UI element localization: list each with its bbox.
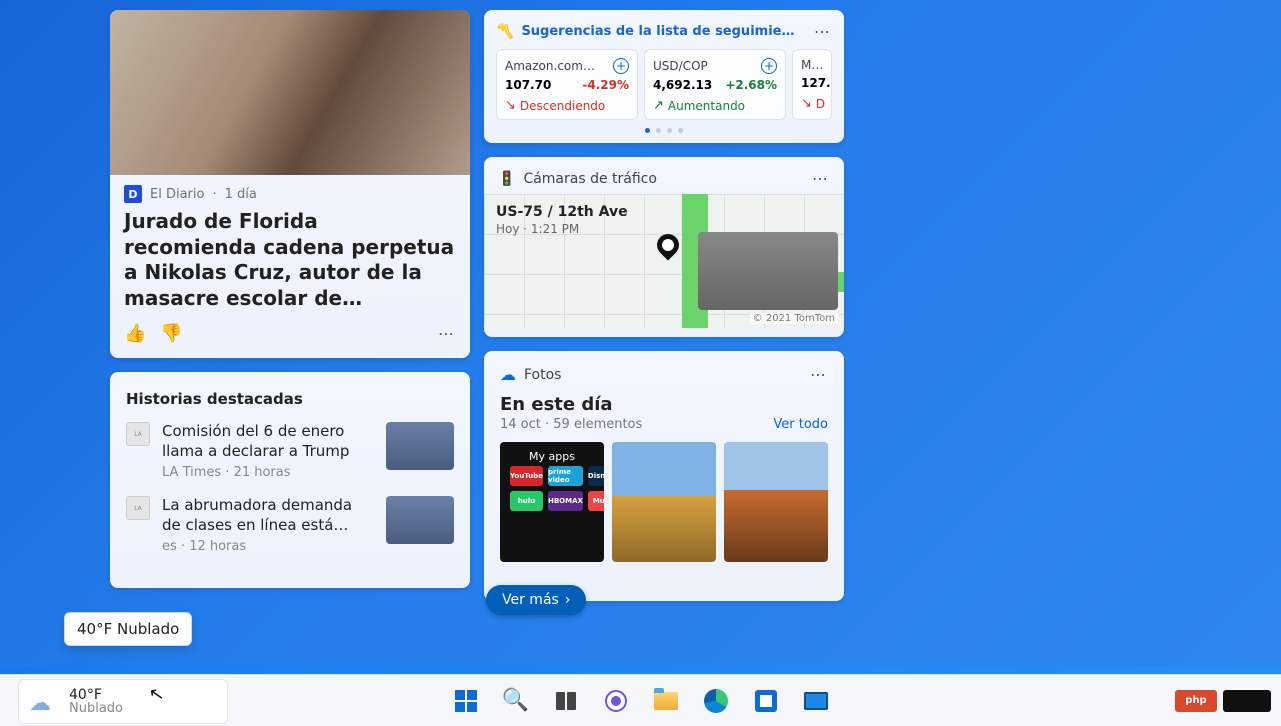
start-button[interactable] [444,679,488,723]
search-icon: 🔍 [502,688,529,713]
task-view-button[interactable] [544,679,588,723]
map-attribution: © 2021 TomTom [750,313,838,324]
app-tile: HBOMAX [548,491,583,511]
traffic-title: Cámaras de tráfico [523,171,804,187]
weather-widget-button[interactable]: ☁ 40°F Nublado ↖ [18,679,228,724]
monitor-icon [804,692,828,710]
story-meta: es · 12 horas [162,539,374,554]
app-tile: Disney+ [588,466,604,486]
story-item[interactable]: LA Comisión del 6 de enero llama a decla… [126,422,454,480]
photos-subtitle: En este día [500,394,828,415]
weather-tooltip: 40°F Nublado [64,612,192,646]
news-card[interactable]: D El Diario · 1 día Jurado de Florida re… [110,10,470,358]
pager[interactable] [496,120,832,135]
taskbar-center: 🔍 [444,675,838,726]
story-item[interactable]: LA La abrumadora demanda de clases en lí… [126,496,454,554]
app-tile: hulu [510,491,543,511]
photos-card[interactable]: ☁ Fotos ⋯ En este día 14 oct · 59 elemen… [484,351,844,601]
onedrive-icon: ☁ [500,365,516,384]
stories-heading: Historias destacadas [126,390,454,408]
store-button[interactable] [744,679,788,723]
photo-tile[interactable]: My apps YouTubeprime videoDisney+YouTube… [500,442,604,562]
weather-cond: Nublado [69,701,123,716]
camera-thumbnail[interactable] [698,232,838,310]
story-title: La abrumadora demanda de clases en línea… [162,496,374,535]
ticker[interactable]: Amazon.com…+ 107.70-4.29% ↘Descendiendo [496,49,638,120]
traffic-light-icon: 🚦 [498,171,515,187]
taskbar: ☁ 40°F Nublado ↖ 🔍 php [0,674,1281,726]
widgets-panel: D El Diario · 1 día Jurado de Florida re… [0,0,1281,666]
ticker[interactable]: Meta 127.60 ↘D [792,49,832,120]
more-icon[interactable]: ⋯ [438,324,456,343]
more-icon[interactable]: ⋯ [812,169,830,188]
app-tile: YouTube [510,466,543,486]
windows-logo-icon [455,690,477,712]
news-source-row: D El Diario · 1 día [110,175,470,209]
task-view-icon [556,692,576,710]
news-age: 1 día [225,187,257,202]
apps-tile-title: My apps [500,450,604,463]
tray-item[interactable] [1223,690,1271,712]
map-time: Hoy · 1:21 PM [496,222,628,236]
story-image [386,422,454,470]
chevron-right-icon: › [565,592,571,608]
tray-item-php[interactable]: php [1175,690,1217,712]
ticker[interactable]: USD/COP+ 4,692.13+2.68% ↗Aumentando [644,49,786,120]
top-stories-card: Historias destacadas LA Comisión del 6 d… [110,372,470,588]
photo-tile[interactable] [612,442,716,562]
story-image [386,496,454,544]
see-all-link[interactable]: Ver todo [773,417,828,432]
like-icon[interactable]: 👍 [124,323,146,344]
folder-icon [654,692,678,710]
source-thumb: LA [126,422,150,446]
map[interactable]: US-75 / 12th Ave Hoy · 1:21 PM © 2021 To… [484,194,844,328]
see-more-button[interactable]: Ver más› [486,585,586,615]
trend-up-icon: ↗ [653,98,664,113]
system-tray[interactable]: php [1175,675,1271,726]
more-icon[interactable]: ⋯ [814,22,832,41]
chat-button[interactable] [594,679,638,723]
trend-down-icon: ↘ [505,98,516,113]
store-icon [755,690,777,712]
add-icon[interactable]: + [613,58,629,74]
news-headline: Jurado de Florida recomienda cadena perp… [110,209,470,311]
cursor-icon: ↖ [147,683,166,706]
app-button[interactable] [794,679,838,723]
photo-tile[interactable] [724,442,828,562]
app-tile: prime video [548,466,583,486]
trend-down-icon: ↘ [801,96,812,111]
more-icon[interactable]: ⋯ [810,365,828,384]
source-logo: D [124,185,142,203]
edge-button[interactable] [694,679,738,723]
map-location: US-75 / 12th Ave [496,204,628,220]
edge-icon [704,689,728,713]
dislike-icon[interactable]: 👎 [160,323,182,344]
story-meta: LA Times · 21 horas [162,465,374,480]
watchlist-title: Sugerencias de la lista de seguimie… [521,24,806,39]
add-icon[interactable]: + [761,58,777,74]
trending-icon: 〽️ [496,24,513,40]
source-thumb: LA [126,496,150,520]
story-title: Comisión del 6 de enero llama a declarar… [162,422,374,461]
photos-meta: 14 oct · 59 elementos [500,417,642,432]
traffic-card[interactable]: 🚦 Cámaras de tráfico ⋯ US-75 / 12th Ave … [484,157,844,337]
source-name: El Diario [150,187,204,202]
watchlist-card[interactable]: 〽️ Sugerencias de la lista de seguimie… … [484,10,844,143]
chat-icon [605,690,627,712]
file-explorer-button[interactable] [644,679,688,723]
cloud-icon: ☁ [29,691,59,713]
photos-title: Fotos [524,367,802,383]
news-image [110,10,470,175]
search-button[interactable]: 🔍 [494,679,538,723]
app-tile: Music [588,491,604,511]
